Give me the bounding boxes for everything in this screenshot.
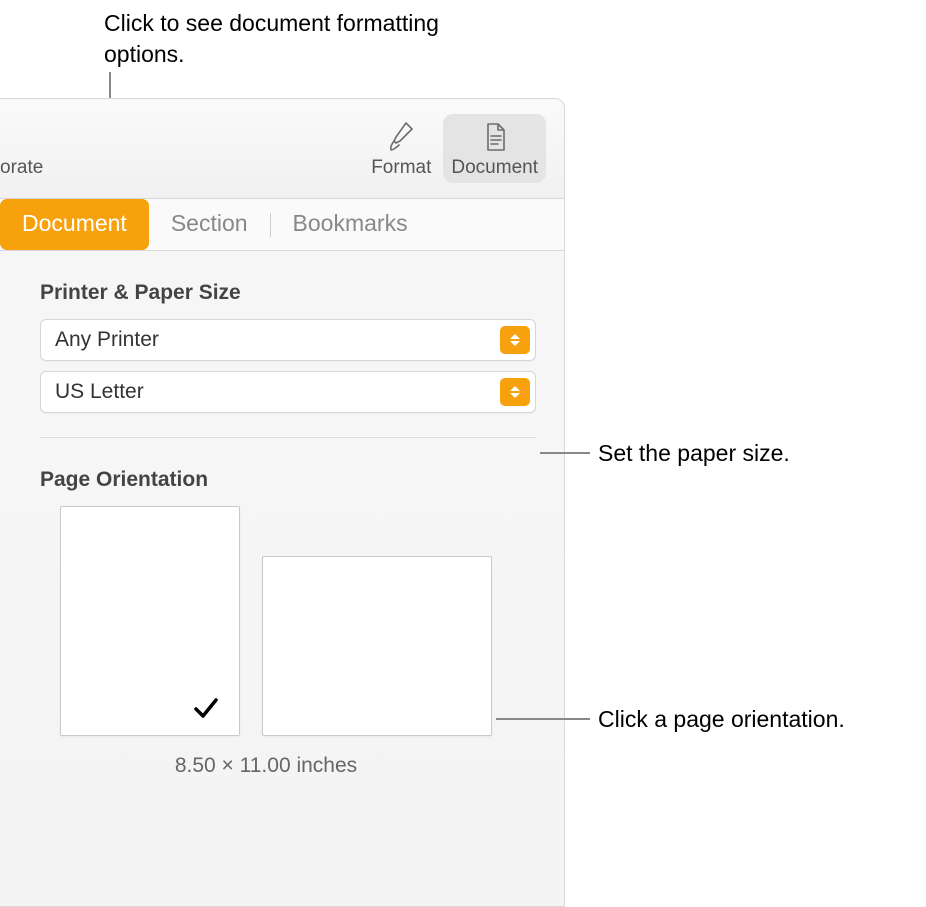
paper-size-popup[interactable]: US Letter: [40, 371, 536, 413]
paper-size-popup-label: US Letter: [55, 380, 492, 404]
orientation-landscape-button[interactable]: [262, 556, 492, 736]
updown-arrows-icon: [500, 378, 530, 406]
orientation-row: [40, 506, 536, 736]
printer-popup-label: Any Printer: [55, 328, 492, 352]
toolbar: orate Format Document: [0, 99, 564, 199]
tab-section[interactable]: Section: [149, 199, 270, 250]
inspector-panel: orate Format Document Doc: [0, 98, 565, 907]
page-dimensions: 8.50 × 11.00 inches: [40, 754, 472, 778]
format-brush-icon: [386, 120, 416, 154]
toolbar-item-document[interactable]: Document: [443, 114, 546, 183]
checkmark-icon: [191, 693, 221, 723]
callout-line-paper: [540, 452, 590, 454]
toolbar-item-label: Format: [371, 157, 431, 179]
toolbar-item-collaborate[interactable]: orate: [0, 114, 51, 183]
section-title-orientation: Page Orientation: [40, 468, 536, 492]
document-page-icon: [480, 120, 510, 154]
toolbar-item-label: Document: [451, 157, 538, 179]
printer-popup[interactable]: Any Printer: [40, 319, 536, 361]
orientation-portrait-button[interactable]: [60, 506, 240, 736]
printer-paper-section: Printer & Paper Size Any Printer US Lett…: [0, 251, 564, 778]
divider: [40, 437, 536, 438]
section-title-printer: Printer & Paper Size: [40, 281, 536, 305]
callout-paper: Set the paper size.: [598, 438, 790, 469]
callout-top: Click to see document formatting options…: [104, 8, 484, 70]
inspector-tabs: Document Section Bookmarks: [0, 199, 564, 251]
toolbar-item-format[interactable]: Format: [363, 114, 439, 183]
tab-document[interactable]: Document: [0, 199, 149, 250]
updown-arrows-icon: [500, 326, 530, 354]
toolbar-item-label: orate: [0, 157, 43, 179]
callout-orientation: Click a page orientation.: [598, 704, 845, 735]
callout-line-orientation: [496, 718, 590, 720]
tab-bookmarks[interactable]: Bookmarks: [271, 199, 430, 250]
